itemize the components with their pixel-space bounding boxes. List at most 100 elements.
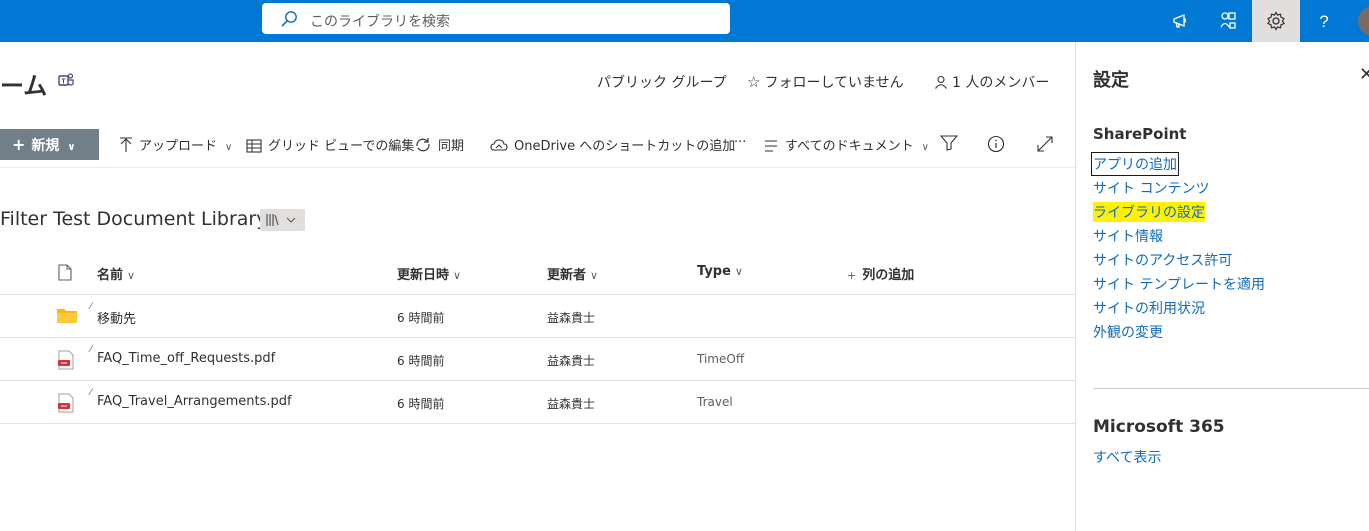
avatar[interactable]: [1358, 6, 1369, 36]
document-icon: [58, 264, 72, 281]
site-title[interactable]: ーム: [0, 66, 47, 101]
modified-cell: 6 時間前: [397, 311, 445, 325]
sharepoint-heading: SharePoint: [1093, 125, 1187, 143]
new-label: 新規: [31, 138, 60, 154]
chevron-down-icon: ∨: [67, 142, 76, 153]
column-modified-by-label: 更新者: [547, 268, 587, 283]
type-cell: TimeOff: [697, 352, 745, 366]
new-item-icon: ⁄: [90, 345, 92, 355]
app-launcher-button[interactable]: [1204, 0, 1252, 42]
folder-icon: [57, 309, 77, 323]
link-site-contents[interactable]: サイト コンテンツ: [1093, 178, 1209, 198]
table-row[interactable]: ⁄ FAQ_Time_off_Requests.pdf 6 時間前 益森貴士 T…: [0, 338, 1075, 381]
grid-icon: [246, 139, 262, 153]
follow-label: フォローしていません: [764, 75, 904, 91]
library-view-button[interactable]: [260, 209, 305, 231]
expand-icon: [1037, 136, 1053, 152]
chevron-down-icon: ∨: [225, 142, 233, 153]
teams-icon[interactable]: T: [58, 72, 74, 88]
modified-cell: 6 時間前: [397, 397, 445, 411]
info-button[interactable]: [987, 135, 1011, 154]
column-header-modified[interactable]: 更新日時 ∨: [397, 264, 461, 283]
person-icon: [935, 75, 947, 89]
modified-by-cell[interactable]: 益森貴士: [547, 309, 595, 326]
sync-icon: [416, 138, 430, 152]
help-icon: ?: [1319, 12, 1328, 31]
settings-panel: 設定 ✕ SharePoint アプリの追加 サイト コンテンツ ライブラリの設…: [1075, 42, 1369, 531]
follow-button[interactable]: ☆ フォローしていません: [747, 72, 904, 92]
m365-heading: Microsoft 365: [1093, 417, 1225, 437]
sync-button[interactable]: 同期: [414, 135, 464, 154]
fullscreen-button[interactable]: [1036, 135, 1060, 154]
file-name[interactable]: FAQ_Time_off_Requests.pdf: [97, 351, 275, 366]
link-site-information[interactable]: サイト情報: [1093, 226, 1163, 246]
search-icon: [281, 11, 297, 27]
link-view-all[interactable]: すべて表示: [1093, 447, 1161, 467]
app-launcher-icon: [1220, 12, 1236, 29]
chevron-down-icon: ∨: [590, 269, 599, 282]
panel-title: 設定: [1093, 70, 1129, 91]
help-button[interactable]: ?: [1300, 0, 1348, 42]
chevron-down-icon: ∨: [127, 269, 136, 282]
file-type-header[interactable]: [58, 264, 72, 285]
members-button[interactable]: 1 人のメンバー: [934, 72, 1049, 92]
file-name[interactable]: FAQ_Travel_Arrangements.pdf: [97, 394, 292, 409]
upload-button[interactable]: アップロード ∨: [119, 135, 232, 154]
chevron-down-icon: ∨: [734, 265, 743, 278]
close-icon[interactable]: ✕: [1359, 64, 1369, 85]
column-header-type[interactable]: Type ∨: [697, 264, 743, 279]
column-name-label: 名前: [97, 268, 124, 283]
add-column-button[interactable]: + 列の追加: [847, 264, 914, 283]
chevron-down-icon: ∨: [453, 269, 462, 282]
onedrive-shortcut-label: OneDrive へのショートカットの追加: [514, 139, 736, 154]
column-type-label: Type: [697, 264, 731, 279]
column-header-name[interactable]: 名前 ∨: [97, 264, 135, 283]
svg-text:?: ?: [1319, 12, 1328, 31]
plus-icon: +: [12, 135, 26, 154]
new-button[interactable]: + 新規 ∨: [0, 129, 99, 160]
new-item-icon: ⁄: [90, 302, 92, 312]
megaphone-icon: [1173, 14, 1187, 28]
new-item-icon: ⁄: [90, 388, 92, 398]
chevron-down-icon: ∨: [921, 142, 929, 153]
link-site-usage[interactable]: サイトの利用状況: [1093, 298, 1205, 318]
pdf-icon: [58, 393, 74, 413]
library-icon: [266, 214, 296, 226]
info-icon: [987, 135, 1005, 153]
list-icon: [765, 140, 777, 152]
view-label: すべてのドキュメント: [785, 139, 914, 154]
link-library-settings[interactable]: ライブラリの設定: [1093, 202, 1205, 222]
filter-icon: [939, 135, 959, 151]
more-button[interactable]: ···: [734, 135, 746, 150]
upload-icon: [120, 137, 132, 152]
plus-icon: +: [847, 269, 857, 282]
search-box[interactable]: このライブラリを検索: [262, 3, 730, 34]
panel-divider: [1093, 388, 1369, 389]
settings-button[interactable]: [1252, 0, 1300, 42]
onedrive-shortcut-button[interactable]: OneDrive へのショートカットの追加: [490, 135, 735, 154]
link-site-permissions[interactable]: サイトのアクセス許可: [1093, 250, 1232, 270]
column-header-modified-by[interactable]: 更新者 ∨: [547, 264, 598, 283]
modified-by-cell[interactable]: 益森貴士: [547, 395, 595, 412]
table-row[interactable]: ⁄ FAQ_Travel_Arrangements.pdf 6 時間前 益森貴士…: [0, 381, 1075, 424]
search-placeholder: このライブラリを検索: [310, 14, 450, 30]
sync-label: 同期: [438, 139, 465, 154]
filter-button[interactable]: [939, 135, 964, 152]
suite-bar: このライブラリを検索 ?: [0, 0, 1369, 42]
command-bar: + 新規 ∨ アップロード ∨ グリッド ビューでの編集 同期 OneDrive への…: [0, 122, 1075, 168]
type-cell: Travel: [697, 395, 733, 409]
table-row[interactable]: ⁄ 移動先 6 時間前 益森貴士: [0, 295, 1075, 338]
file-name[interactable]: 移動先: [97, 308, 136, 327]
link-apply-site-template[interactable]: サイト テンプレートを適用: [1093, 274, 1265, 294]
link-change-look[interactable]: 外観の変更: [1093, 322, 1163, 342]
feedback-button[interactable]: [1157, 0, 1205, 42]
modified-by-cell[interactable]: 益森貴士: [547, 352, 595, 369]
modified-cell: 6 時間前: [397, 354, 445, 368]
view-selector[interactable]: すべてのドキュメント ∨: [763, 135, 929, 154]
svg-text:T: T: [61, 79, 66, 86]
library-title: Filter Test Document Library: [0, 208, 268, 230]
link-add-app[interactable]: アプリの追加: [1091, 152, 1179, 176]
add-column-label: 列の追加: [862, 268, 915, 283]
grid-edit-button[interactable]: グリッド ビューでの編集: [246, 135, 414, 154]
column-modified-label: 更新日時: [397, 268, 450, 283]
